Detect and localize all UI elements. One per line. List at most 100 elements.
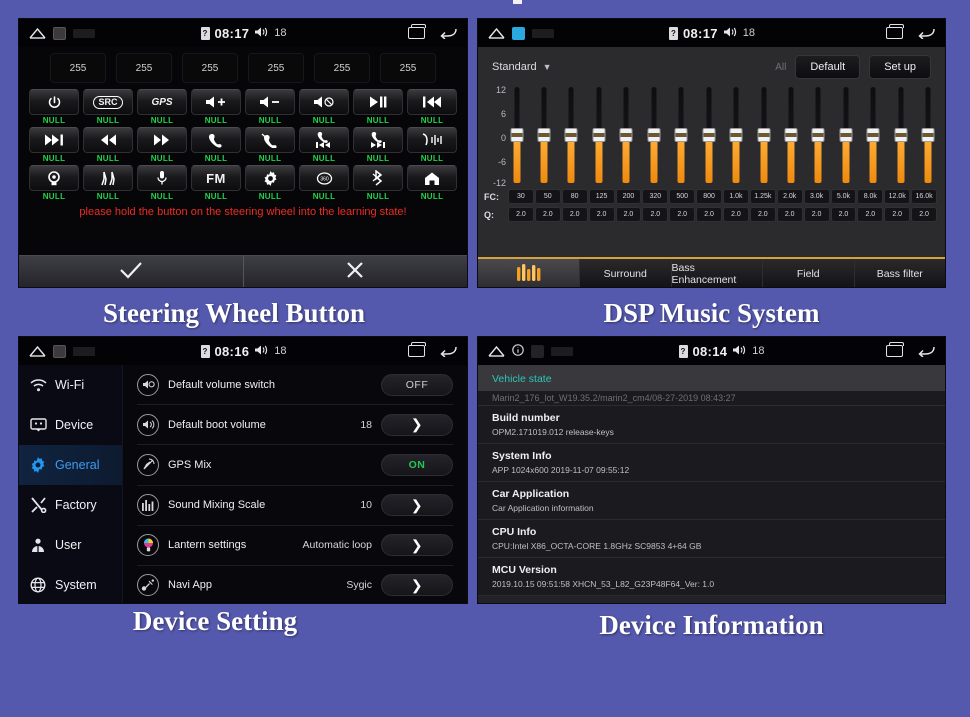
- device-info-row[interactable]: CPU Info CPU:Intel X86_OCTA-CORE 1.8GHz S…: [478, 520, 945, 559]
- fc-cell[interactable]: 50: [534, 189, 561, 204]
- q-cell[interactable]: 2.0: [776, 207, 803, 222]
- q-cell[interactable]: 2.0: [857, 207, 884, 222]
- steering-value-box[interactable]: 255: [182, 53, 238, 83]
- fc-cell[interactable]: 5.0k: [830, 189, 857, 204]
- q-cell[interactable]: 2.0: [723, 207, 749, 222]
- fc-cell[interactable]: 1.0k: [723, 189, 749, 204]
- home-icon[interactable]: [488, 345, 505, 357]
- steering-button-play-pause[interactable]: NULL: [353, 89, 403, 125]
- home-icon[interactable]: [29, 27, 46, 39]
- q-cell[interactable]: 2.0: [803, 207, 830, 222]
- fc-cell[interactable]: 320: [642, 189, 669, 204]
- q-cell[interactable]: 2.0: [911, 207, 937, 222]
- recent-apps-icon[interactable]: [886, 24, 904, 39]
- steering-button-volume-down[interactable]: NULL: [245, 89, 295, 125]
- app-icon-settings[interactable]: [53, 344, 66, 358]
- q-cell[interactable]: 2.0: [508, 207, 534, 222]
- steering-button-src[interactable]: SRC NULL: [83, 89, 133, 125]
- setting-row-toggle[interactable]: ON: [381, 453, 453, 476]
- tab-bass-filter[interactable]: Bass filter: [855, 259, 946, 287]
- q-cell[interactable]: 2.0: [830, 207, 857, 222]
- eq-knob[interactable]: [866, 128, 880, 142]
- steering-button-360[interactable]: 360 NULL: [299, 165, 349, 201]
- fc-cell[interactable]: 8.0k: [857, 189, 884, 204]
- eq-slider-band[interactable]: [729, 85, 743, 185]
- fc-cell[interactable]: 800: [696, 189, 722, 204]
- setup-button[interactable]: Set up: [869, 55, 931, 79]
- q-cell[interactable]: 2.0: [669, 207, 696, 222]
- eq-slider-band[interactable]: [592, 85, 606, 185]
- q-cell[interactable]: 2.0: [588, 207, 615, 222]
- sidebar-item-factory[interactable]: Factory: [19, 485, 122, 525]
- steering-button-previous[interactable]: NULL: [407, 89, 457, 125]
- fc-cell[interactable]: 2.0k: [776, 189, 803, 204]
- steering-value-box[interactable]: 255: [314, 53, 370, 83]
- setting-row[interactable]: Navi App Sygic ❯: [137, 566, 453, 603]
- eq-slider-band[interactable]: [921, 85, 935, 185]
- cancel-button[interactable]: [244, 256, 468, 287]
- device-info-row[interactable]: MCU Version 2019.10.15 09:51:58 XHCN_53_L…: [478, 558, 945, 597]
- sidebar-item-system[interactable]: System: [19, 565, 122, 603]
- tab-bass-enhancement[interactable]: Bass Enhancement: [672, 259, 763, 287]
- app-icon-gallery[interactable]: [531, 344, 544, 358]
- steering-button-phone-next[interactable]: NULL: [353, 127, 403, 163]
- recent-apps-icon[interactable]: [886, 342, 904, 357]
- eq-knob[interactable]: [592, 128, 606, 142]
- back-icon[interactable]: [917, 345, 935, 358]
- setting-row-chevron-button[interactable]: ❯: [381, 574, 453, 597]
- eq-slider-band[interactable]: [839, 85, 853, 185]
- eq-slider-band[interactable]: [784, 85, 798, 185]
- q-cell[interactable]: 2.0: [534, 207, 561, 222]
- eq-knob[interactable]: [510, 128, 523, 142]
- eq-slider-band[interactable]: [702, 85, 716, 185]
- steering-button-answer[interactable]: NULL: [191, 127, 241, 163]
- steering-button-settings[interactable]: NULL: [245, 165, 295, 201]
- setting-row[interactable]: Default boot volume 18 ❯: [137, 405, 453, 446]
- confirm-button[interactable]: [19, 256, 243, 287]
- recent-apps-icon[interactable]: [408, 24, 426, 39]
- steering-button-forward[interactable]: NULL: [137, 127, 187, 163]
- q-cell[interactable]: 2.0: [615, 207, 642, 222]
- setting-row[interactable]: GPS Mix ON: [137, 445, 453, 486]
- q-cell[interactable]: 2.0: [696, 207, 722, 222]
- device-info-row[interactable]: System Info APP 1024x600 2019-11-07 09:55…: [478, 444, 945, 483]
- sidebar-item-general[interactable]: General: [19, 445, 122, 485]
- eq-slider-band[interactable]: [564, 85, 578, 185]
- vehicle-state-header[interactable]: Vehicle state: [478, 365, 945, 391]
- sidebar-item-wifi[interactable]: Wi-Fi: [19, 365, 122, 405]
- eq-knob[interactable]: [894, 128, 908, 142]
- eq-slider-band[interactable]: [619, 85, 633, 185]
- back-icon[interactable]: [439, 345, 457, 358]
- eq-slider-band[interactable]: [537, 85, 551, 185]
- fc-cell[interactable]: 30: [508, 189, 534, 204]
- setting-row-chevron-button[interactable]: ❯: [381, 413, 453, 436]
- steering-button-phone-prev[interactable]: NULL: [299, 127, 349, 163]
- eq-slider-band[interactable]: [866, 85, 880, 185]
- eq-knob[interactable]: [811, 128, 825, 142]
- eq-knob[interactable]: [729, 128, 743, 142]
- eq-slider-band[interactable]: [647, 85, 661, 185]
- eq-slider-band[interactable]: [757, 85, 771, 185]
- fc-cell[interactable]: 12.0k: [884, 189, 911, 204]
- fc-cell[interactable]: 16.0k: [911, 189, 937, 204]
- sidebar-item-user[interactable]: User: [19, 525, 122, 565]
- app-icon-steering[interactable]: [53, 26, 66, 40]
- steering-button-microphone[interactable]: NULL: [137, 165, 187, 201]
- steering-button-voice[interactable]: NULL: [407, 127, 457, 163]
- steering-button-bluetooth[interactable]: NULL: [353, 165, 403, 201]
- steering-button-mute[interactable]: NULL: [299, 89, 349, 125]
- app-icon-dsp[interactable]: [512, 26, 525, 40]
- steering-button-next[interactable]: NULL: [29, 127, 79, 163]
- eq-knob[interactable]: [921, 128, 935, 142]
- eq-knob[interactable]: [702, 128, 716, 142]
- recent-apps-icon[interactable]: [408, 342, 426, 357]
- steering-button-hangup[interactable]: NULL: [245, 127, 295, 163]
- steering-value-box[interactable]: 255: [50, 53, 106, 83]
- eq-knob[interactable]: [564, 128, 578, 142]
- q-cell[interactable]: 2.0: [561, 207, 588, 222]
- default-button[interactable]: Default: [795, 55, 861, 79]
- steering-value-box[interactable]: 255: [116, 53, 172, 83]
- setting-row-chevron-button[interactable]: ❯: [381, 534, 453, 557]
- steering-button-home[interactable]: NULL: [407, 165, 457, 201]
- tab-equalizer[interactable]: [478, 259, 580, 287]
